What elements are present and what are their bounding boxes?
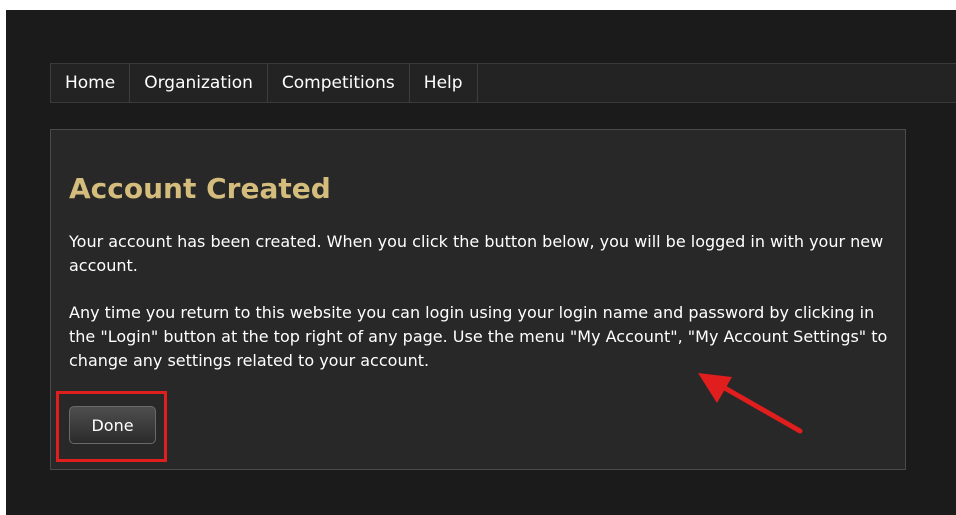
- nav-item-competitions[interactable]: Competitions: [268, 64, 410, 102]
- created-message: Your account has been created. When you …: [69, 232, 884, 275]
- page-title: Account Created: [69, 172, 331, 205]
- nav-item-help[interactable]: Help: [410, 64, 478, 102]
- annotation-arrow-icon: [698, 373, 803, 434]
- login-instructions: Any time you return to this website you …: [69, 303, 888, 370]
- nav-item-organization[interactable]: Organization: [130, 64, 268, 102]
- main-nav: Home Organization Competitions Help: [50, 63, 956, 103]
- nav-item-home[interactable]: Home: [50, 64, 131, 102]
- done-button[interactable]: Done: [69, 406, 156, 444]
